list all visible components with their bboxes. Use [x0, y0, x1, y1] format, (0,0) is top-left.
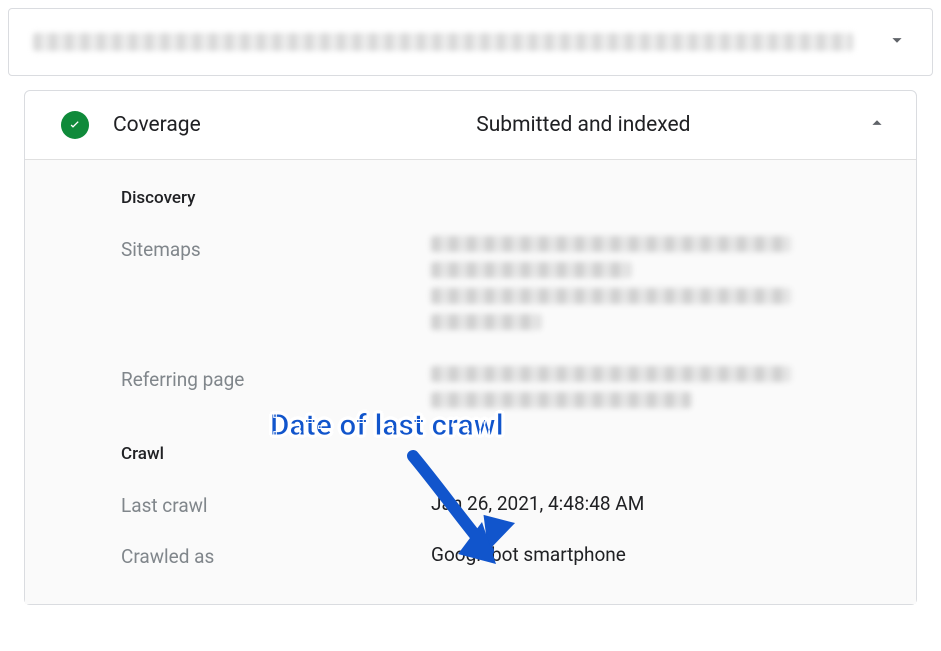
coverage-card: Coverage Submitted and indexed Discovery…: [24, 90, 917, 605]
crawl-section-title: Crawl: [121, 444, 880, 464]
coverage-status: Submitted and indexed: [376, 113, 690, 137]
url-text-blurred: [33, 33, 853, 51]
crawled-as-value: Googlebot smartphone: [431, 543, 880, 566]
last-crawl-label: Last crawl: [121, 492, 431, 517]
referring-page-label: Referring page: [121, 366, 431, 391]
chevron-down-icon[interactable]: [886, 29, 908, 55]
chevron-up-icon[interactable]: [866, 112, 888, 138]
crawled-as-row: Crawled as Googlebot smartphone: [121, 543, 880, 568]
referring-page-row: Referring page: [121, 366, 880, 418]
referring-page-value-blurred: [431, 366, 801, 418]
sitemaps-row: Sitemaps: [121, 236, 880, 340]
last-crawl-value: Jan 26, 2021, 4:48:48 AM: [431, 492, 880, 515]
crawled-as-label: Crawled as: [121, 543, 431, 568]
discovery-section-title: Discovery: [121, 188, 880, 208]
coverage-title: Coverage: [113, 113, 201, 137]
url-bar[interactable]: [8, 8, 933, 76]
last-crawl-row: Last crawl Jan 26, 2021, 4:48:48 AM: [121, 492, 880, 517]
coverage-body: Discovery Sitemaps Referring page Crawl …: [25, 160, 916, 604]
coverage-header[interactable]: Coverage Submitted and indexed: [25, 91, 916, 160]
sitemaps-value-blurred: [431, 236, 801, 340]
check-circle-icon: [61, 111, 89, 139]
sitemaps-label: Sitemaps: [121, 236, 431, 261]
